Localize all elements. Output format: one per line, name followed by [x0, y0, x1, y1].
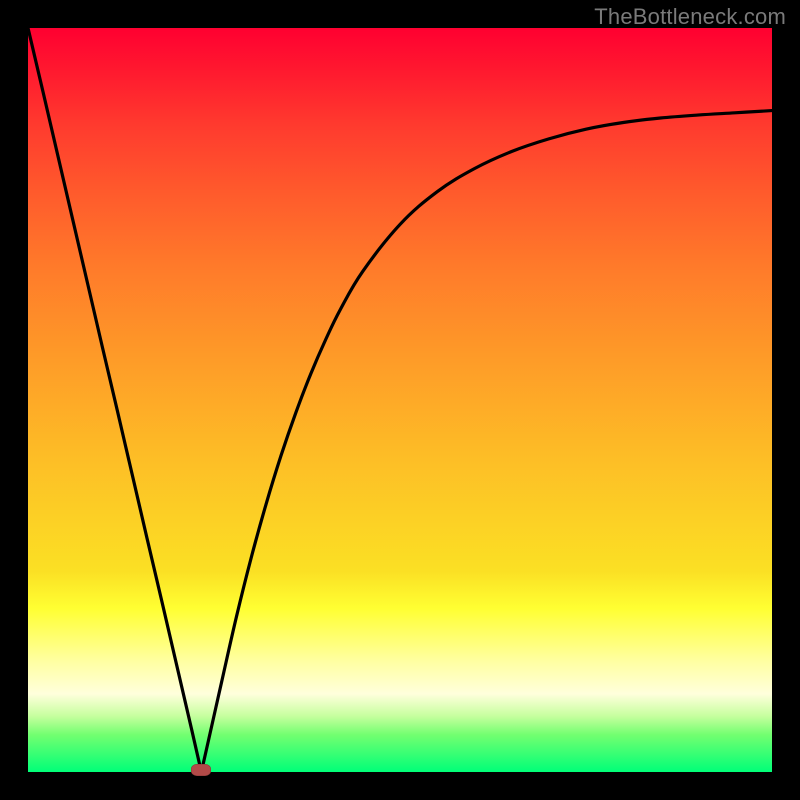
optimum-marker: [191, 764, 211, 776]
curve-svg: [28, 28, 772, 772]
plot-area: [28, 28, 772, 772]
chart-frame: TheBottleneck.com: [0, 0, 800, 800]
watermark-text: TheBottleneck.com: [594, 4, 786, 30]
bottleneck-curve: [28, 28, 772, 772]
